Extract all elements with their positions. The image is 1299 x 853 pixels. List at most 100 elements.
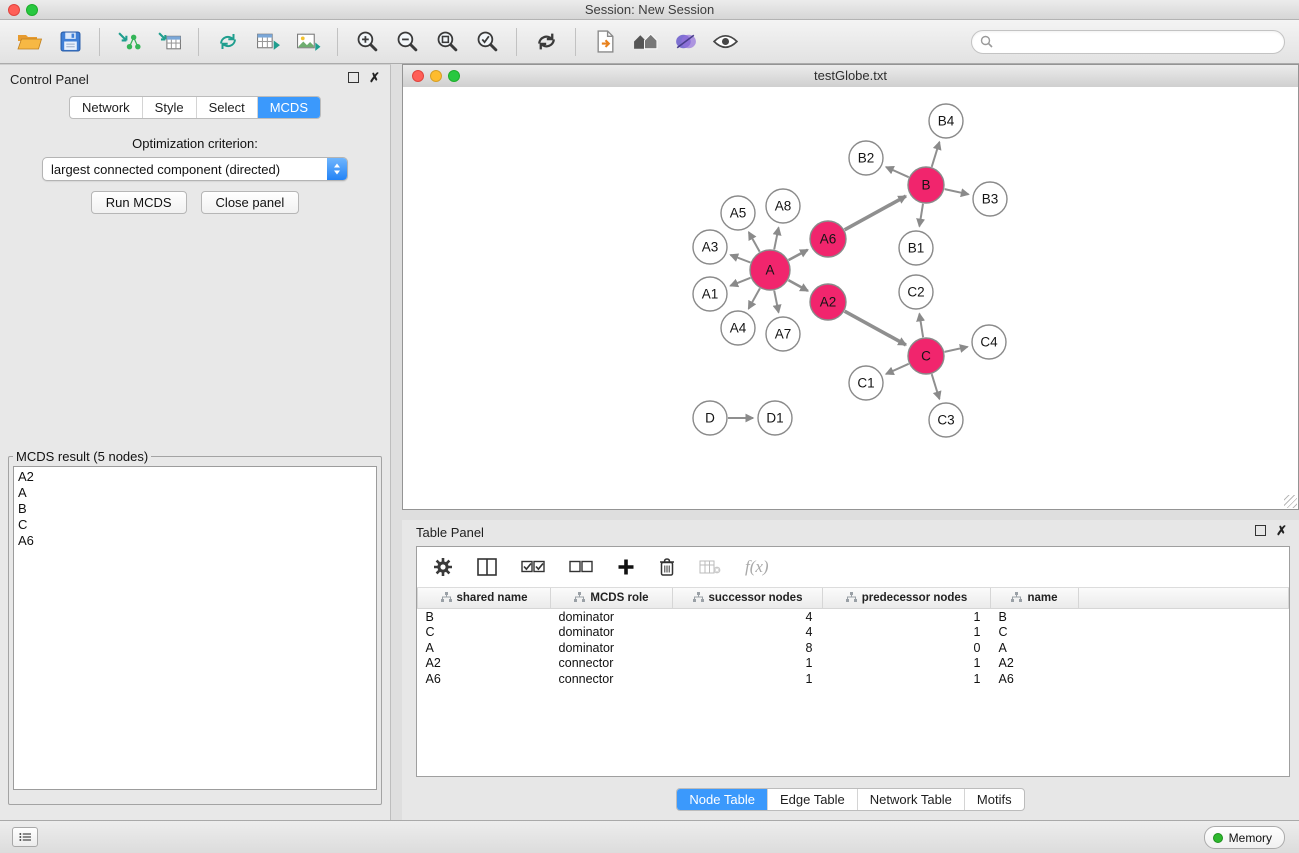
show-columns-button[interactable] bbox=[477, 558, 497, 576]
add-column-button[interactable] bbox=[617, 558, 635, 576]
close-panel-button[interactable]: Close panel bbox=[201, 191, 300, 214]
graph-node-A1[interactable]: A1 bbox=[693, 277, 727, 311]
mcds-result-item[interactable]: A2 bbox=[18, 469, 372, 485]
show-hide-details-button[interactable] bbox=[706, 24, 744, 60]
export-network-button[interactable] bbox=[586, 24, 624, 60]
table-cell[interactable]: C bbox=[991, 625, 1079, 641]
graph-node-C1[interactable]: C1 bbox=[849, 366, 883, 400]
graph-node-C4[interactable]: C4 bbox=[972, 325, 1006, 359]
network-canvas[interactable]: AA2A6BCA1A3A4A5A7A8B1B2B3B4C1C2C3C4DD1 bbox=[403, 87, 1298, 509]
graph-edge-A-A3[interactable] bbox=[731, 255, 751, 263]
tab-node-table[interactable]: Node Table bbox=[677, 789, 768, 810]
tab-network[interactable]: Network bbox=[70, 97, 143, 118]
tab-mcds[interactable]: MCDS bbox=[258, 97, 320, 118]
graph-edge-A-A4[interactable] bbox=[749, 288, 760, 308]
criterion-dropdown[interactable]: largest connected component (directed) bbox=[42, 157, 348, 181]
graph-node-C3[interactable]: C3 bbox=[929, 403, 963, 437]
mcds-result-item[interactable]: C bbox=[18, 517, 372, 533]
graph-node-C2[interactable]: C2 bbox=[899, 275, 933, 309]
graph-edge-B-B3[interactable] bbox=[945, 189, 969, 194]
graph-edge-B-B2[interactable] bbox=[886, 167, 909, 177]
graph-node-A7[interactable]: A7 bbox=[766, 317, 800, 351]
mcds-result-item[interactable]: A bbox=[18, 485, 372, 501]
table-settings-button[interactable] bbox=[433, 557, 453, 577]
table-cell[interactable]: 1 bbox=[823, 609, 991, 625]
zoom-in-button[interactable] bbox=[348, 24, 386, 60]
graph-edge-A-A6[interactable] bbox=[789, 250, 808, 260]
table-cell[interactable]: dominator bbox=[551, 625, 673, 641]
table-row[interactable]: Bdominator41B bbox=[418, 609, 1289, 625]
table-cell[interactable]: 1 bbox=[823, 671, 991, 687]
delete-column-button[interactable] bbox=[659, 557, 675, 577]
close-panel-icon[interactable]: ✗ bbox=[369, 73, 380, 83]
zoom-out-button[interactable] bbox=[388, 24, 426, 60]
graph-node-A4[interactable]: A4 bbox=[721, 311, 755, 345]
table-cell[interactable]: B bbox=[991, 609, 1079, 625]
graph-node-A2[interactable]: A2 bbox=[810, 284, 846, 320]
import-network-button[interactable] bbox=[110, 24, 148, 60]
import-table-button[interactable] bbox=[150, 24, 188, 60]
table-cell[interactable]: 1 bbox=[673, 671, 823, 687]
table-cell[interactable]: A bbox=[418, 640, 551, 656]
table-cell[interactable]: A2 bbox=[418, 656, 551, 672]
graph-edge-C-C2[interactable] bbox=[919, 314, 923, 338]
table-cell[interactable]: B bbox=[418, 609, 551, 625]
table-cell[interactable]: A6 bbox=[418, 671, 551, 687]
table-cell[interactable]: A2 bbox=[991, 656, 1079, 672]
table-row[interactable]: Cdominator41C bbox=[418, 625, 1289, 641]
delete-table-button[interactable] bbox=[699, 559, 721, 575]
column-header-MCDS-role[interactable]: MCDS role bbox=[551, 588, 673, 609]
graph-node-A[interactable]: A bbox=[750, 250, 790, 290]
zoom-selected-button[interactable] bbox=[468, 24, 506, 60]
export-image-button[interactable] bbox=[289, 24, 327, 60]
graph-node-C[interactable]: C bbox=[908, 338, 944, 374]
tab-motifs[interactable]: Motifs bbox=[965, 789, 1024, 810]
tab-select[interactable]: Select bbox=[197, 97, 258, 118]
table-row[interactable]: Adominator80A bbox=[418, 640, 1289, 656]
graph-node-B4[interactable]: B4 bbox=[929, 104, 963, 138]
column-header-successor-nodes[interactable]: successor nodes bbox=[673, 588, 823, 609]
task-history-button[interactable] bbox=[12, 827, 38, 847]
graph-node-D[interactable]: D bbox=[693, 401, 727, 435]
graph-edge-C-C3[interactable] bbox=[932, 374, 940, 399]
venn-diagram-button[interactable] bbox=[666, 24, 704, 60]
graph-node-A6[interactable]: A6 bbox=[810, 221, 846, 257]
graph-edge-A-A2[interactable] bbox=[788, 280, 808, 291]
table-cell[interactable]: 1 bbox=[673, 656, 823, 672]
home-button[interactable] bbox=[626, 24, 664, 60]
graph-node-A5[interactable]: A5 bbox=[721, 196, 755, 230]
graph-edge-A2-C[interactable] bbox=[845, 311, 906, 345]
table-cell[interactable]: 4 bbox=[673, 609, 823, 625]
open-session-button[interactable] bbox=[11, 24, 49, 60]
zoom-fit-button[interactable] bbox=[428, 24, 466, 60]
graph-node-A8[interactable]: A8 bbox=[766, 189, 800, 223]
new-table-button[interactable] bbox=[249, 24, 287, 60]
graph-edge-B-B4[interactable] bbox=[932, 142, 940, 167]
mcds-result-item[interactable]: A6 bbox=[18, 533, 372, 549]
network-window-titlebar[interactable]: testGlobe.txt bbox=[403, 65, 1298, 88]
graph-node-A3[interactable]: A3 bbox=[693, 230, 727, 264]
float-table-panel-icon[interactable] bbox=[1255, 525, 1266, 536]
table-cell[interactable]: A6 bbox=[991, 671, 1079, 687]
graph-node-D1[interactable]: D1 bbox=[758, 401, 792, 435]
new-network-button[interactable] bbox=[209, 24, 247, 60]
save-session-button[interactable] bbox=[51, 24, 89, 60]
table-cell[interactable]: C bbox=[418, 625, 551, 641]
graph-node-B2[interactable]: B2 bbox=[849, 141, 883, 175]
select-all-rows-button[interactable] bbox=[521, 559, 545, 575]
search-field[interactable] bbox=[971, 30, 1285, 54]
float-panel-icon[interactable] bbox=[348, 72, 359, 83]
mcds-result-item[interactable]: B bbox=[18, 501, 372, 517]
resize-grip[interactable] bbox=[1284, 495, 1297, 508]
column-header-predecessor-nodes[interactable]: predecessor nodes bbox=[823, 588, 991, 609]
search-input[interactable] bbox=[998, 34, 1276, 50]
tab-style[interactable]: Style bbox=[143, 97, 197, 118]
table-cell[interactable]: dominator bbox=[551, 640, 673, 656]
apply-layout-button[interactable] bbox=[527, 24, 565, 60]
graph-edge-A-A7[interactable] bbox=[774, 291, 778, 313]
graph-edge-A-A8[interactable] bbox=[774, 228, 778, 250]
close-table-panel-icon[interactable]: ✗ bbox=[1276, 526, 1287, 536]
tab-network-table[interactable]: Network Table bbox=[858, 789, 965, 810]
tab-edge-table[interactable]: Edge Table bbox=[768, 789, 858, 810]
table-cell[interactable]: A bbox=[991, 640, 1079, 656]
